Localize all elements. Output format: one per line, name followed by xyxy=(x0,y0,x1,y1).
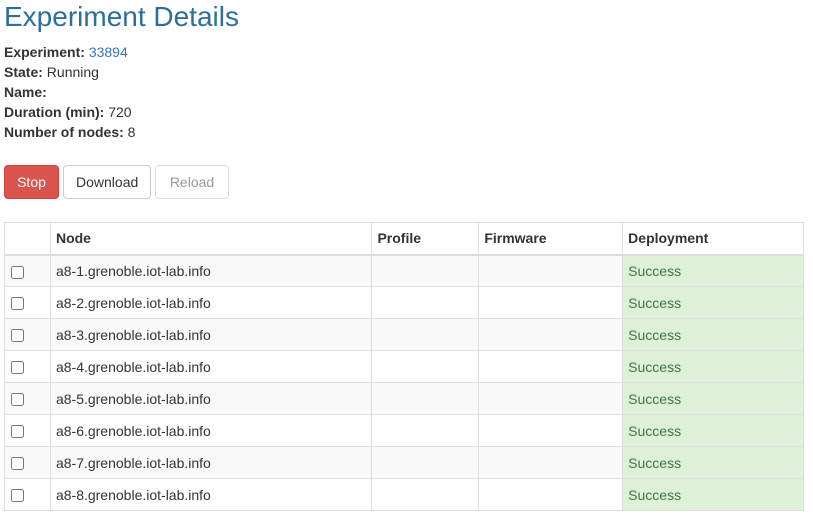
state-label: State: xyxy=(4,64,43,80)
experiment-info: Experiment: 33894 State: Running Name: D… xyxy=(4,42,135,142)
table-row: a8-3.grenoble.iot-lab.info Success xyxy=(4,318,804,351)
deployment-status-cell: Success xyxy=(622,286,804,319)
download-button[interactable]: Download xyxy=(63,165,151,199)
experiment-id-label: Experiment: xyxy=(4,44,85,60)
deployment-status-cell: Success xyxy=(622,382,804,415)
duration-row: Duration (min): 720 xyxy=(4,102,135,122)
nodes-count-value: 8 xyxy=(127,124,136,140)
node-cell: a8-6.grenoble.iot-lab.info xyxy=(49,414,373,447)
reload-button: Reload xyxy=(155,165,229,199)
table-row: a8-5.grenoble.iot-lab.info Success xyxy=(4,382,804,415)
deployment-status-cell: Success xyxy=(622,446,804,479)
deployment-status-cell: Success xyxy=(622,478,804,511)
row-select-checkbox[interactable] xyxy=(11,329,24,343)
row-select-cell xyxy=(4,382,51,415)
profile-cell xyxy=(371,446,480,479)
stop-button[interactable]: Stop xyxy=(4,165,59,199)
experiment-id-link[interactable]: 33894 xyxy=(89,44,128,60)
deployment-status-cell: Success xyxy=(622,350,804,383)
experiment-id-row: Experiment: 33894 xyxy=(4,42,135,62)
table-row: a8-8.grenoble.iot-lab.info Success xyxy=(4,478,804,511)
row-select-cell xyxy=(4,478,51,511)
firmware-cell xyxy=(478,318,624,351)
duration-value: 720 xyxy=(108,104,132,120)
row-select-cell xyxy=(4,318,51,351)
name-row: Name: xyxy=(4,82,135,102)
header-row: Node Profile Firmware Deployment xyxy=(4,222,804,256)
action-toolbar: Stop Download Reload xyxy=(4,165,229,199)
row-select-checkbox[interactable] xyxy=(11,361,24,375)
header-deployment: Deployment xyxy=(622,222,804,256)
state-row: State: Running xyxy=(4,62,135,82)
table-row: a8-1.grenoble.iot-lab.info Success xyxy=(4,254,804,287)
profile-cell xyxy=(371,350,480,383)
table-row: a8-7.grenoble.iot-lab.info Success xyxy=(4,446,804,479)
profile-cell xyxy=(371,254,480,287)
nodes-table-body: a8-1.grenoble.iot-lab.info Success a8-2.gr… xyxy=(4,254,804,511)
header-firmware: Firmware xyxy=(478,222,624,256)
duration-label: Duration (min): xyxy=(4,104,105,120)
nodes-count-row: Number of nodes: 8 xyxy=(4,122,135,142)
state-value: Running xyxy=(46,64,99,80)
nodes-table-header: Node Profile Firmware Deployment xyxy=(4,222,804,256)
node-cell: a8-4.grenoble.iot-lab.info xyxy=(49,350,373,383)
page-title: Experiment Details xyxy=(4,1,239,32)
row-select-checkbox[interactable] xyxy=(11,265,24,279)
row-select-cell xyxy=(4,254,51,287)
node-cell: a8-1.grenoble.iot-lab.info xyxy=(49,254,373,287)
table-row: a8-4.grenoble.iot-lab.info Success xyxy=(4,350,804,383)
firmware-cell xyxy=(478,286,624,319)
profile-cell xyxy=(371,478,480,511)
experiment-details-page: Experiment Details Experiment: 33894 Sta… xyxy=(0,0,813,529)
profile-cell xyxy=(371,414,480,447)
nodes-count-label: Number of nodes: xyxy=(4,124,124,140)
deployment-status-cell: Success xyxy=(622,254,804,287)
row-select-checkbox[interactable] xyxy=(11,489,24,503)
row-select-checkbox[interactable] xyxy=(11,297,24,311)
profile-cell xyxy=(371,382,480,415)
deployment-status-cell: Success xyxy=(622,414,804,447)
table-row: a8-2.grenoble.iot-lab.info Success xyxy=(4,286,804,319)
firmware-cell xyxy=(478,254,624,287)
nodes-table: Node Profile Firmware Deployment a8-1.gr… xyxy=(4,222,804,511)
firmware-cell xyxy=(478,446,624,479)
firmware-cell xyxy=(478,382,624,415)
node-cell: a8-7.grenoble.iot-lab.info xyxy=(49,446,373,479)
header-profile: Profile xyxy=(371,222,480,256)
profile-cell xyxy=(371,318,480,351)
node-cell: a8-8.grenoble.iot-lab.info xyxy=(49,478,373,511)
node-cell: a8-5.grenoble.iot-lab.info xyxy=(49,382,373,415)
profile-cell xyxy=(371,286,480,319)
row-select-cell xyxy=(4,286,51,319)
row-select-checkbox[interactable] xyxy=(11,457,24,471)
row-select-cell xyxy=(4,446,51,479)
deployment-status-cell: Success xyxy=(622,318,804,351)
header-check xyxy=(4,222,51,256)
header-node: Node xyxy=(49,222,373,256)
row-select-cell xyxy=(4,414,51,447)
name-label: Name: xyxy=(4,84,47,100)
row-select-cell xyxy=(4,350,51,383)
row-select-checkbox[interactable] xyxy=(11,425,24,439)
node-cell: a8-3.grenoble.iot-lab.info xyxy=(49,318,373,351)
table-row: a8-6.grenoble.iot-lab.info Success xyxy=(4,414,804,447)
node-cell: a8-2.grenoble.iot-lab.info xyxy=(49,286,373,319)
firmware-cell xyxy=(478,414,624,447)
firmware-cell xyxy=(478,478,624,511)
row-select-checkbox[interactable] xyxy=(11,393,24,407)
firmware-cell xyxy=(478,350,624,383)
